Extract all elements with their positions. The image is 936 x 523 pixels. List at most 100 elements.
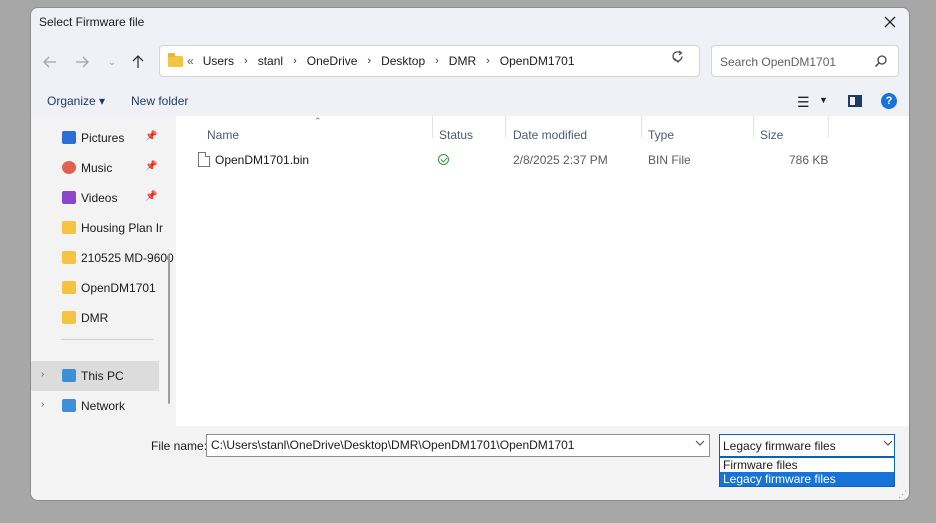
chevron-down-icon[interactable] [883, 438, 893, 449]
up-arrow-icon [132, 55, 144, 68]
sidebar-item-label: Music [81, 161, 113, 175]
file-icon [198, 152, 210, 167]
chevron-right-icon[interactable]: › [486, 55, 490, 67]
chevron-right-icon[interactable]: › [41, 369, 44, 380]
column-header-name[interactable]: Name [207, 128, 239, 142]
file-type-option[interactable]: Firmware files [720, 458, 894, 472]
folder-icon [62, 281, 76, 294]
sidebar-item-music[interactable]: Music 📌 [31, 153, 159, 183]
breadcrumb-item[interactable]: OpenDM1701 [500, 54, 575, 68]
sidebar-scrollbar[interactable] [168, 254, 170, 404]
pin-icon: 📌 [145, 131, 158, 142]
preview-pane-icon[interactable] [848, 95, 862, 107]
navigation-bar: ⌄ « Users › stanl › OneDrive › Desktop ›… [31, 36, 909, 88]
file-size: 786 KB [789, 153, 829, 167]
pictures-icon [62, 131, 76, 144]
sidebar-item-label: Videos [81, 191, 118, 205]
refresh-icon [672, 50, 683, 62]
caret-down-icon[interactable]: ▼ [819, 95, 828, 105]
search-box[interactable]: Search OpenDM1701 [711, 45, 899, 77]
file-name-label: File name: [151, 439, 208, 453]
sidebar-item-this-pc[interactable]: › This PC [31, 361, 159, 391]
back-button[interactable] [39, 52, 61, 72]
breadcrumb-overflow[interactable]: « [187, 54, 194, 68]
breadcrumb-item[interactable]: Users [203, 54, 234, 68]
title-bar: Select Firmware file [31, 8, 909, 36]
close-button[interactable] [877, 10, 903, 34]
command-bar: Organize ▾ New folder ☰ ▼ ? [31, 88, 909, 116]
new-folder-button[interactable]: New folder [131, 94, 188, 108]
resize-grip-icon[interactable]: ⋰ [898, 489, 907, 500]
sort-ascending-icon: ⌃ [314, 116, 322, 126]
this-pc-icon [62, 369, 76, 382]
chevron-down-icon[interactable] [695, 438, 705, 449]
dialog-title: Select Firmware file [39, 15, 145, 29]
videos-icon [62, 191, 76, 204]
file-name: OpenDM1701.bin [215, 153, 310, 167]
up-button[interactable] [127, 52, 149, 72]
back-arrow-icon [43, 56, 56, 68]
breadcrumb-item[interactable]: OneDrive [307, 54, 358, 68]
sidebar-item-network[interactable]: › Network [31, 391, 159, 421]
sidebar-divider [61, 339, 153, 340]
column-header-type[interactable]: Type [648, 128, 674, 142]
footer-bar: File name: C:\Users\stanl\OneDrive\Deskt… [31, 426, 909, 500]
sidebar-item-dmr[interactable]: DMR [31, 303, 159, 333]
chevron-right-icon[interactable]: › [435, 55, 439, 67]
sidebar-item-label: Pictures [81, 131, 125, 145]
sidebar-item-pictures[interactable]: Pictures 📌 [31, 123, 159, 153]
refresh-button[interactable] [671, 50, 684, 67]
column-header-status[interactable]: Status [439, 128, 473, 142]
chevron-right-icon[interactable]: › [367, 55, 371, 67]
sidebar-item-label: 210525 MD-9600 [81, 251, 174, 265]
sidebar-item-label: Network [81, 399, 126, 413]
sidebar-item-label: OpenDM1701 [81, 281, 156, 295]
column-header-date-modified[interactable]: Date modified [513, 128, 587, 142]
close-icon [884, 16, 896, 28]
folder-icon [168, 53, 183, 67]
breadcrumb: « Users › stanl › OneDrive › Desktop › D… [187, 54, 575, 68]
sidebar-item-label: Housing Plan Ir [81, 221, 164, 235]
file-type-dropdown-list: Firmware files Legacy firmware files [719, 457, 895, 487]
file-type: BIN File [648, 153, 691, 167]
folder-icon [62, 251, 76, 264]
chevron-right-icon[interactable]: › [41, 399, 44, 410]
file-name-field[interactable]: C:\Users\stanl\OneDrive\Desktop\DMR\Open… [206, 434, 710, 457]
organize-button[interactable]: Organize ▾ [47, 94, 105, 108]
chevron-right-icon[interactable]: › [293, 55, 297, 67]
address-bar[interactable]: « Users › stanl › OneDrive › Desktop › D… [159, 45, 700, 77]
file-list: ⌃ Name Status Date modified Type Size Op… [176, 116, 909, 426]
help-icon[interactable]: ? [881, 93, 897, 109]
file-date-modified: 2/8/2025 2:37 PM [513, 153, 608, 167]
column-divider[interactable] [828, 116, 829, 138]
chevron-down-icon: ⌄ [107, 56, 117, 68]
forward-button[interactable] [71, 52, 93, 72]
search-icon[interactable] [874, 54, 888, 68]
breadcrumb-item[interactable]: Desktop [381, 54, 425, 68]
view-options-icon[interactable]: ☰ [797, 94, 810, 111]
recent-locations-button[interactable]: ⌄ [101, 52, 123, 72]
sidebar-item-videos[interactable]: Videos 📌 [31, 183, 159, 213]
chevron-right-icon[interactable]: › [244, 55, 248, 67]
folder-icon [62, 221, 76, 234]
network-icon [62, 399, 76, 412]
sidebar-item-housing-plan[interactable]: Housing Plan Ir [31, 213, 163, 243]
column-divider[interactable] [432, 116, 433, 138]
file-type-select[interactable]: Legacy firmware files [719, 434, 895, 457]
column-header-size[interactable]: Size [760, 128, 783, 142]
sidebar-item-opendm1701[interactable]: OpenDM1701 [31, 273, 159, 303]
sidebar-item-label: DMR [81, 311, 109, 325]
column-divider[interactable] [753, 116, 754, 138]
search-input[interactable]: Search OpenDM1701 [720, 55, 836, 69]
breadcrumb-item[interactable]: stanl [258, 54, 283, 68]
sync-status-icon [438, 154, 449, 165]
file-type-option[interactable]: Legacy firmware files [720, 472, 894, 486]
table-row[interactable]: OpenDM1701.bin 2/8/2025 2:37 PM BIN File… [176, 149, 909, 171]
music-icon [62, 161, 76, 174]
column-divider[interactable] [505, 116, 506, 138]
breadcrumb-item[interactable]: DMR [449, 54, 476, 68]
sidebar-item-md-9600[interactable]: 210525 MD-9600 [31, 243, 174, 273]
column-divider[interactable] [641, 116, 642, 138]
pin-icon: 📌 [145, 161, 158, 172]
pin-icon: 📌 [145, 191, 158, 202]
